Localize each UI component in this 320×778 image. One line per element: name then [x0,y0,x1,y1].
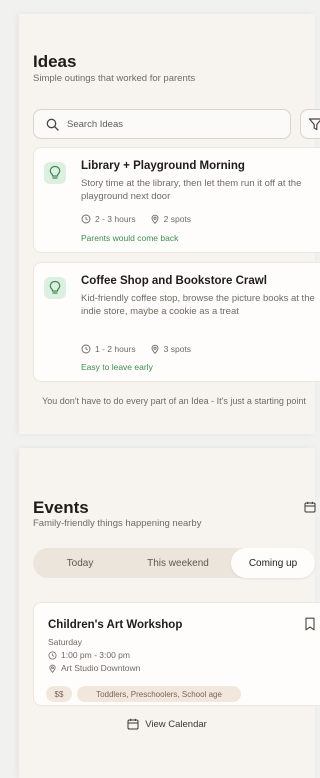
search-icon [46,118,59,131]
view-calendar-label: View Calendar [145,718,207,730]
clock-icon [48,650,57,660]
event-time: 1:00 pm - 3:00 pm [61,650,130,660]
idea-card[interactable]: Coffee Shop and Bookstore Crawl Kid-frie… [33,262,320,382]
events-title: Events [33,498,89,517]
calendar-icon [127,718,139,730]
filter-icon [308,118,320,131]
location-pin-icon [151,214,159,224]
event-location-row: Art Studio Downtown [48,663,140,673]
idea-meta: 2 - 3 hours 2 spots [81,214,191,224]
ideas-footer-note: You don't have to do every part of an Id… [42,396,306,406]
idea-spots: 2 spots [163,214,192,224]
tab-coming-up[interactable]: Coming up [231,548,315,578]
idea-card[interactable]: Library + Playground Morning Story time … [33,147,320,253]
idea-duration: 1 - 2 hours [95,344,136,354]
event-location: Art Studio Downtown [61,663,141,673]
ideas-title: Ideas [33,52,77,71]
lightbulb-icon-badge [44,162,66,184]
lightbulb-icon [49,165,61,179]
search-placeholder: Search Ideas [67,119,123,130]
idea-description: Kid-friendly coffee stop, browse the pic… [81,293,315,317]
lightbulb-icon-badge [44,277,66,299]
time-filter-tabs: Today This weekend Coming up [33,548,315,578]
event-time-row: 1:00 pm - 3:00 pm [48,650,130,660]
idea-duration: 2 - 3 hours [95,214,136,224]
tab-today[interactable]: Today [33,548,127,578]
event-card[interactable]: Children's Art Workshop Saturday 1:00 pm… [33,602,320,706]
age-badge: Toddlers, Preschoolers, School age [77,686,241,702]
location-pin-icon [49,664,56,673]
tab-this-weekend[interactable]: This weekend [127,548,229,578]
idea-title: Library + Playground Morning [81,160,245,172]
ideas-subtitle: Simple outings that worked for parents [33,73,196,84]
event-title: Children's Art Workshop [48,619,183,631]
idea-title: Coffee Shop and Bookstore Crawl [81,275,267,287]
events-subtitle: Family-friendly things happening nearby [33,518,202,529]
location-pin-icon [151,344,159,354]
clock-icon [81,344,91,354]
idea-description: Story time at the library, then let them… [81,178,302,202]
idea-note: Easy to leave early [81,362,153,372]
price-badge: $$ [46,686,72,702]
calendar-icon[interactable] [304,501,316,513]
filter-button[interactable] [300,109,320,139]
view-calendar-button[interactable]: View Calendar [19,718,315,730]
search-input[interactable]: Search Ideas [33,109,291,139]
idea-spots: 3 spots [163,344,192,354]
events-panel: Events Family-friendly things happening … [19,448,320,778]
idea-note: Parents would come back [81,233,179,243]
bookmark-icon[interactable] [304,617,316,631]
event-day: Saturday [48,637,83,647]
lightbulb-icon [49,280,61,294]
ideas-panel: Ideas Simple outings that worked for par… [19,14,320,434]
idea-meta: 1 - 2 hours 3 spots [81,344,191,354]
clock-icon [81,214,91,224]
